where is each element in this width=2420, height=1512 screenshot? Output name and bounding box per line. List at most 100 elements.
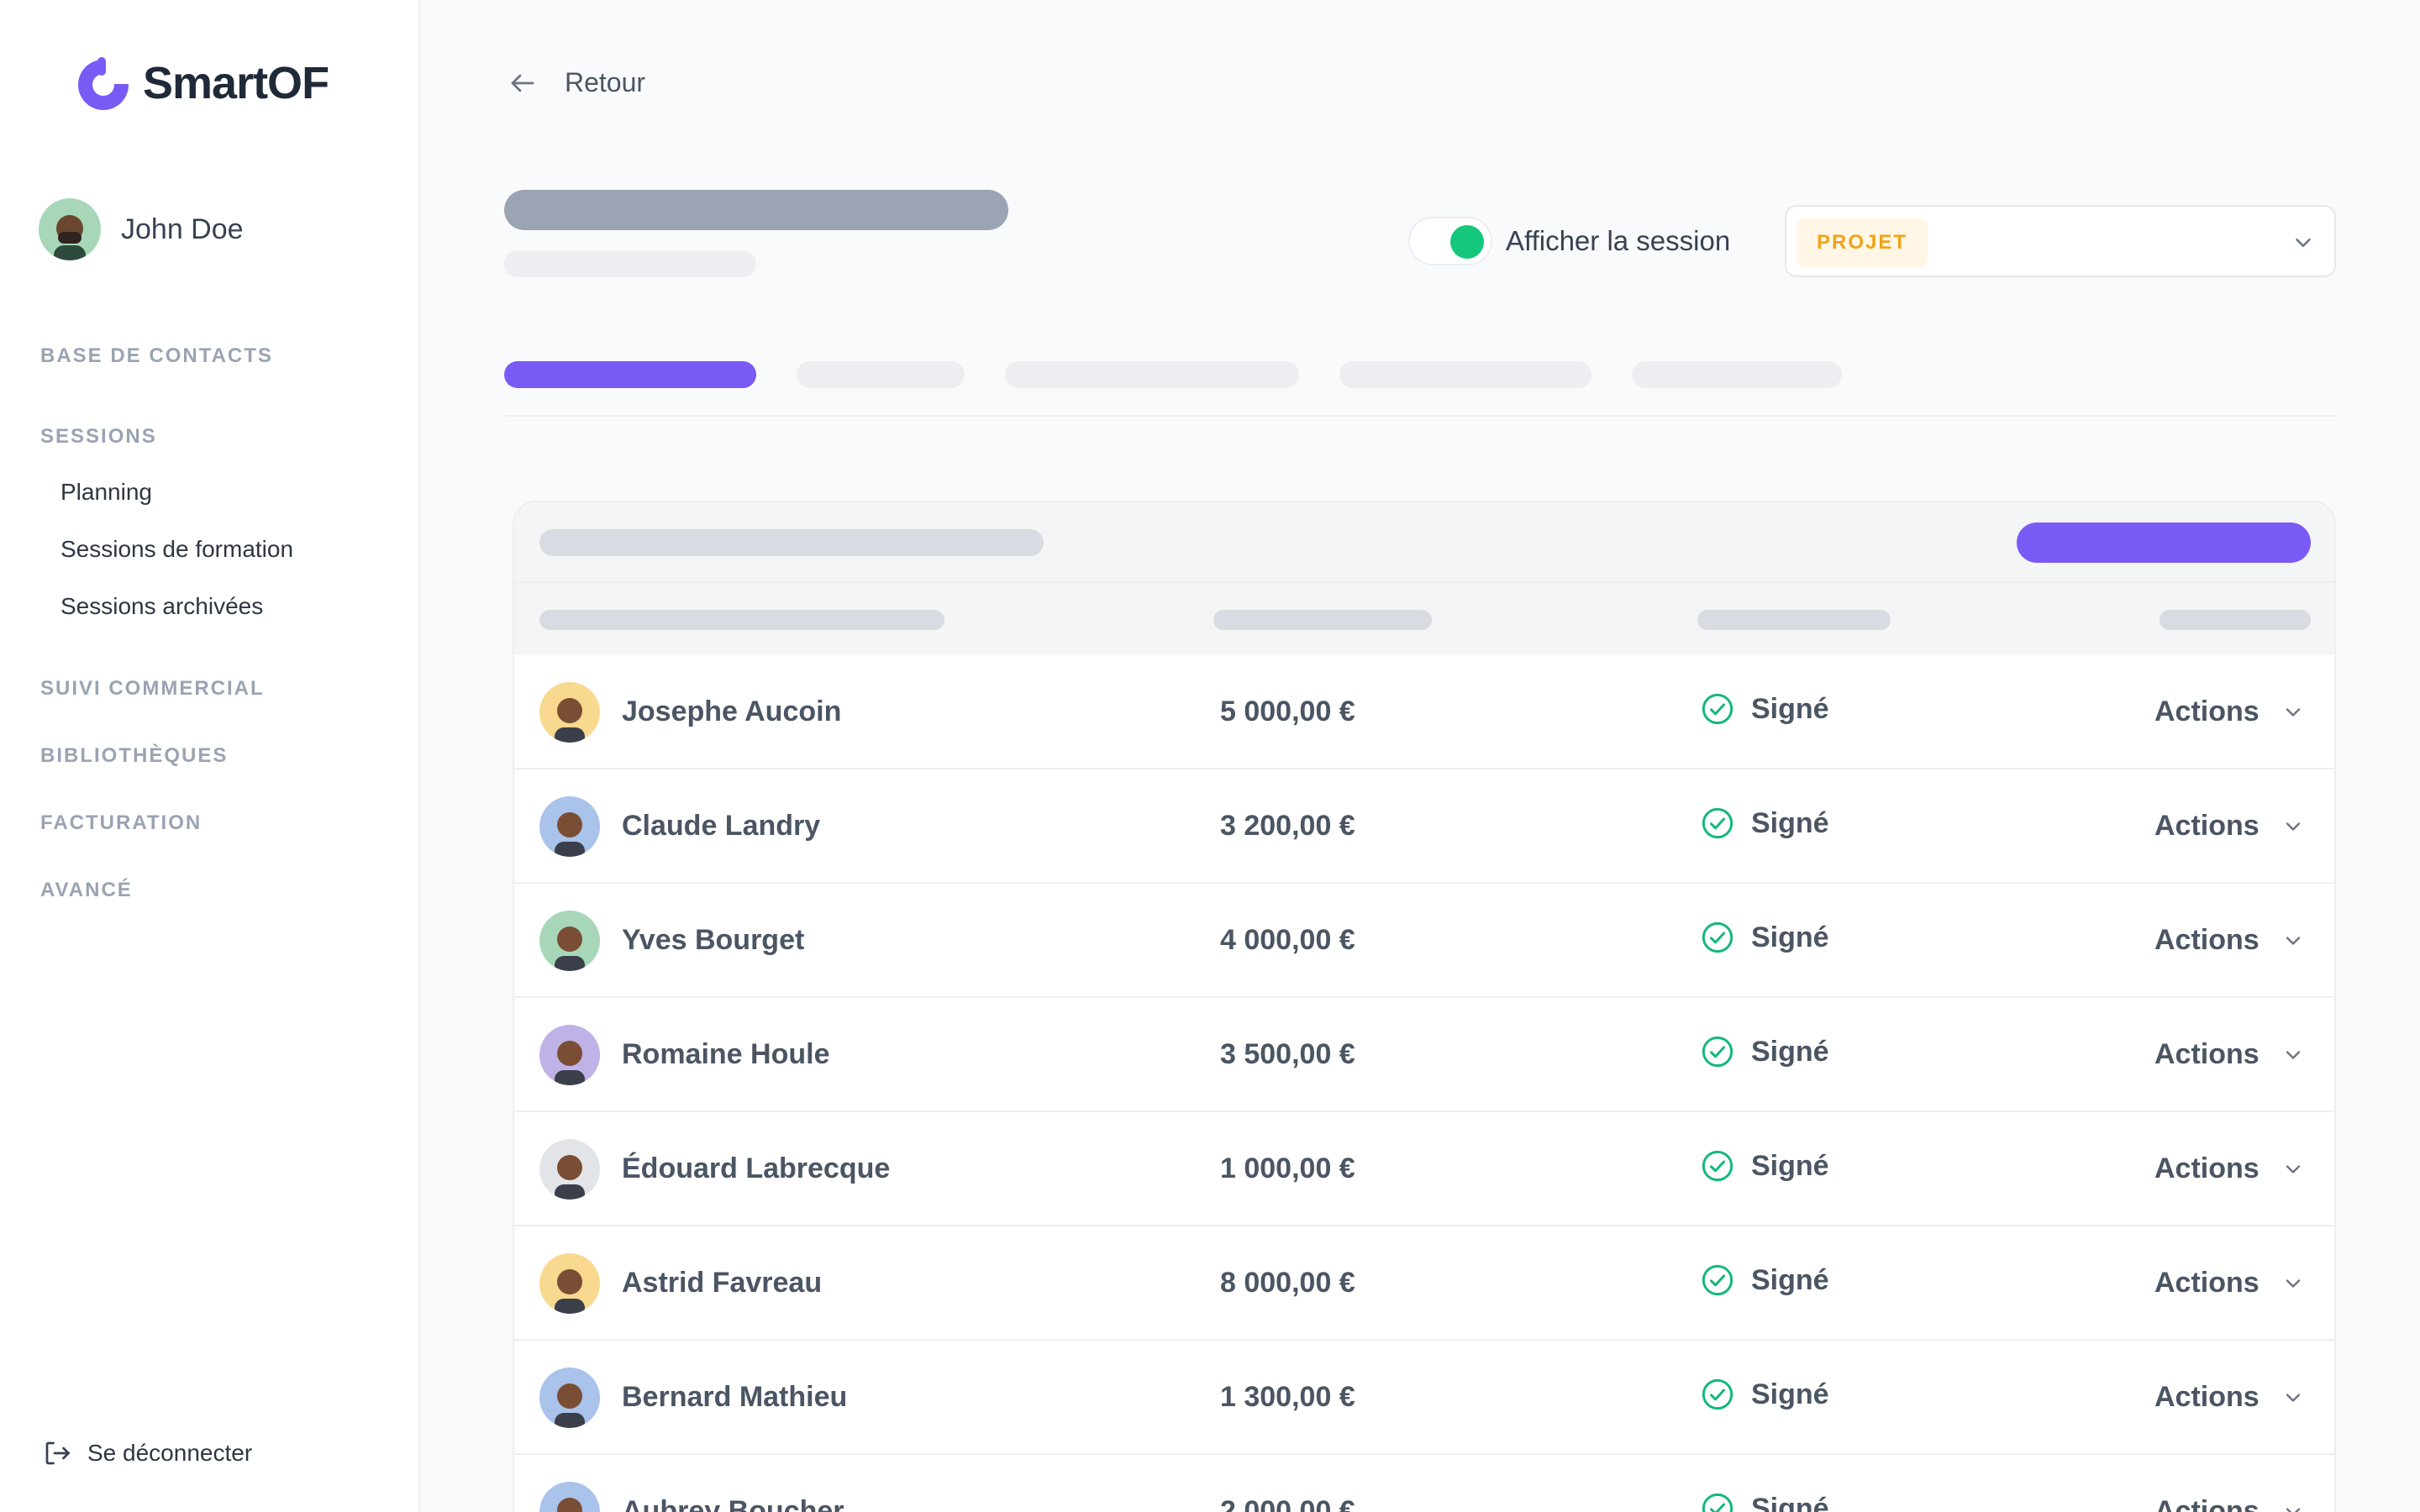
table-row: Claude Landry 3 200,00 € Signé Actions <box>514 769 2334 884</box>
chevron-down-icon <box>2286 1507 2300 1512</box>
avatar <box>539 1368 600 1428</box>
status-label: Signé <box>1751 1035 1829 1068</box>
amount: 2 000,00 € <box>1220 1495 1355 1512</box>
amount: 4 000,00 € <box>1220 924 1355 956</box>
status-signed: Signé <box>1701 921 1829 954</box>
logout-button[interactable]: Se déconnecter <box>42 1438 252 1468</box>
status-label: Signé <box>1751 806 1829 839</box>
amount: 3 500,00 € <box>1220 1038 1355 1070</box>
avatar <box>539 796 600 857</box>
nav-section-bibliotheques[interactable]: BIBLIOTHÈQUES <box>40 744 228 768</box>
column-header-placeholder <box>1213 610 1432 630</box>
chevron-down-icon <box>2286 707 2300 717</box>
avatar <box>539 911 600 971</box>
page-title-placeholder <box>504 190 1008 230</box>
column-header-placeholder <box>1697 610 1891 630</box>
table-row: Josephe Aucoin 5 000,00 € Signé Actions <box>514 655 2334 769</box>
check-circle-icon <box>1702 693 1733 725</box>
actions-dropdown[interactable]: Actions <box>2154 1267 2305 1299</box>
actions-dropdown[interactable]: Actions <box>2154 1038 2305 1071</box>
table-action-button[interactable] <box>2017 522 2311 563</box>
actions-label: Actions <box>2154 810 2260 842</box>
chevron-down-icon <box>2286 822 2300 831</box>
actions-dropdown[interactable]: Actions <box>2154 1495 2305 1512</box>
nav-section-suivi-commercial[interactable]: SUIVI COMMERCIAL <box>40 677 265 701</box>
status-label: Signé <box>1751 1378 1829 1410</box>
actions-dropdown[interactable]: Actions <box>2154 810 2305 843</box>
status-label: Signé <box>1751 921 1829 953</box>
amount: 1 000,00 € <box>1220 1152 1355 1184</box>
actions-label: Actions <box>2154 1381 2260 1413</box>
check-circle-icon <box>1702 921 1733 953</box>
sidebar-item-sessions-archivees[interactable]: Sessions archivées <box>60 593 263 620</box>
toggle-knob <box>1450 225 1484 259</box>
arrow-left-icon <box>511 74 534 92</box>
logout-icon <box>45 1441 70 1465</box>
status-select[interactable]: PROJET <box>1785 205 2336 277</box>
nav-section-contacts[interactable]: BASE DE CONTACTS <box>40 344 273 368</box>
tab-active-placeholder[interactable] <box>504 361 756 388</box>
table-row: Édouard Labrecque 1 000,00 € Signé Actions <box>514 1112 2334 1226</box>
tab-placeholder[interactable] <box>797 361 965 388</box>
show-session-toggle[interactable] <box>1408 217 1492 265</box>
status-signed: Signé <box>1701 1378 1829 1411</box>
check-circle-icon <box>1702 1150 1733 1182</box>
table-header-bar <box>514 502 2334 583</box>
amount: 5 000,00 € <box>1220 696 1355 727</box>
participant-name: Josephe Aucoin <box>622 696 842 727</box>
actions-label: Actions <box>2154 1038 2260 1070</box>
actions-label: Actions <box>2154 696 2260 727</box>
amount: 1 300,00 € <box>1220 1381 1355 1413</box>
check-circle-icon <box>1702 1378 1733 1410</box>
page-subtitle-placeholder <box>504 250 756 277</box>
table-row: Astrid Favreau 8 000,00 € Signé Actions <box>514 1226 2334 1341</box>
participant-name: Aubrey Boucher <box>622 1495 844 1512</box>
actions-label: Actions <box>2154 1267 2260 1299</box>
chevron-down-icon <box>2286 1393 2300 1402</box>
actions-dropdown[interactable]: Actions <box>2154 1381 2305 1414</box>
tabs-divider <box>504 415 2336 417</box>
signatures-table: Josephe Aucoin 5 000,00 € Signé Actions Clau… <box>513 501 2336 1512</box>
participant-name: Romaine Houle <box>622 1038 830 1070</box>
status-label: Signé <box>1751 1263 1829 1296</box>
status-signed: Signé <box>1701 1492 1829 1512</box>
table-column-headers <box>514 583 2334 655</box>
status-label: Signé <box>1751 692 1829 725</box>
status-label: Signé <box>1751 1149 1829 1182</box>
check-circle-icon <box>1702 1264 1733 1296</box>
app-name: SmartOF <box>143 58 329 108</box>
nav-section-facturation[interactable]: FACTURATION <box>40 811 202 835</box>
user-profile[interactable]: John Doe <box>39 198 244 260</box>
nav-section-sessions[interactable]: SESSIONS <box>40 425 157 449</box>
table-row: Yves Bourget 4 000,00 € Signé Actions <box>514 884 2334 998</box>
actions-label: Actions <box>2154 1152 2260 1184</box>
logo-icon <box>78 54 132 110</box>
tab-placeholder[interactable] <box>1632 361 1842 388</box>
avatar <box>539 1482 600 1512</box>
participant-name: Édouard Labrecque <box>622 1152 891 1184</box>
actions-dropdown[interactable]: Actions <box>2154 924 2305 957</box>
chevron-down-icon <box>2296 239 2311 247</box>
chevron-down-icon <box>2286 1050 2300 1059</box>
logout-label: Se déconnecter <box>87 1440 253 1466</box>
actions-dropdown[interactable]: Actions <box>2154 1152 2305 1185</box>
actions-label: Actions <box>2154 1495 2260 1512</box>
user-name: John Doe <box>121 213 244 245</box>
table-row: Aubrey Boucher 2 000,00 € Signé Actions <box>514 1455 2334 1512</box>
sidebar-item-sessions-formation[interactable]: Sessions de formation <box>60 536 293 563</box>
participant-name: Yves Bourget <box>622 924 805 956</box>
app-logo[interactable]: SmartOF <box>72 52 329 114</box>
actions-dropdown[interactable]: Actions <box>2154 696 2305 728</box>
back-label: Retour <box>565 67 646 97</box>
avatar <box>539 1253 600 1314</box>
tab-placeholder[interactable] <box>1005 361 1299 388</box>
check-circle-icon <box>1702 1493 1733 1512</box>
sidebar-item-planning[interactable]: Planning <box>60 479 152 506</box>
table-row: Romaine Houle 3 500,00 € Signé Actions <box>514 998 2334 1112</box>
tab-placeholder[interactable] <box>1339 361 1591 388</box>
table-row: Bernard Mathieu 1 300,00 € Signé Actions <box>514 1341 2334 1455</box>
back-button[interactable]: Retour <box>508 67 645 98</box>
status-signed: Signé <box>1701 692 1829 726</box>
nav-section-avance[interactable]: AVANCÉ <box>40 879 133 902</box>
status-signed: Signé <box>1701 806 1829 840</box>
